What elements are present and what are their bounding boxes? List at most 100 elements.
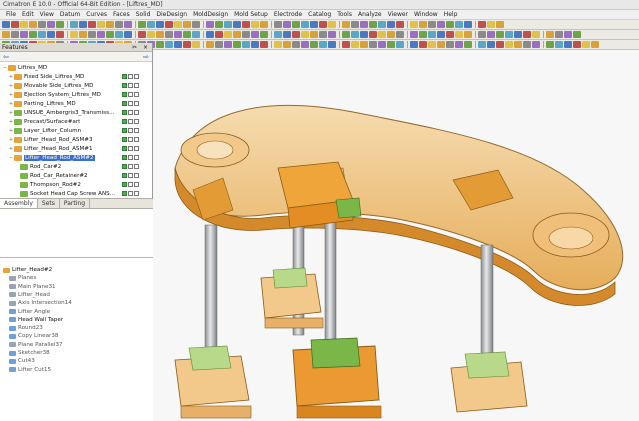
toolbar-tool-icon[interactable] [573,31,581,38]
status-box-icon[interactable] [122,146,127,151]
toolbar-tool-icon[interactable] [310,41,318,48]
toolbar-tool-icon[interactable] [2,21,10,28]
toolbar-tool-icon[interactable] [428,21,436,28]
model-tree-row[interactable]: Lifter_Head [9,291,50,299]
tree-row[interactable]: Rod_Car_Retainer#2 [0,171,152,180]
visibility-status-icons[interactable] [122,110,140,115]
status-box-icon[interactable] [134,155,139,160]
toolbar-tool-icon[interactable] [251,41,259,48]
toolbar-tool-icon[interactable] [360,41,368,48]
visibility-status-icons[interactable] [122,101,140,106]
toolbar-tool-icon[interactable] [351,31,359,38]
rod-car-front[interactable] [292,337,382,419]
model-tree-row[interactable]: Cut43 [9,357,35,365]
toolbar-tool-icon[interactable] [546,31,554,38]
toolbar-tool-icon[interactable] [192,41,200,48]
toolbar-tool-icon[interactable] [369,31,377,38]
toolbar-tool-icon[interactable] [478,41,486,48]
toolbar-tool-icon[interactable] [446,31,454,38]
model-tree-row[interactable]: Planes [9,274,36,282]
status-box-icon[interactable] [122,110,127,115]
toolbar-tool-icon[interactable] [582,41,590,48]
toolbar-tool-icon[interactable] [464,31,472,38]
status-box-icon[interactable] [128,155,133,160]
visibility-status-icons[interactable] [122,128,140,133]
toolbar-tool-icon[interactable] [233,41,241,48]
visibility-status-icons[interactable] [122,155,140,160]
toolbar-tool-icon[interactable] [183,21,191,28]
tree-row[interactable]: − Lifter_Head_Rod_ASM#2 [0,153,152,162]
status-box-icon[interactable] [134,173,139,178]
model-tree-row[interactable]: Head Wall Taper [9,316,63,324]
toolbar-tool-icon[interactable] [260,31,268,38]
toolbar-tool-icon[interactable] [487,41,495,48]
status-box-icon[interactable] [134,146,139,151]
visibility-status-icons[interactable] [122,182,140,187]
toolbar-tool-icon[interactable] [410,41,418,48]
toolbar-tool-icon[interactable] [428,31,436,38]
toolbar-tool-icon[interactable] [505,41,513,48]
part-arm[interactable] [174,104,624,306]
toolbar-tool-icon[interactable] [514,41,522,48]
toolbar-tool-icon[interactable] [147,31,155,38]
model-tree-row[interactable]: Lifter Cut15 [9,366,51,374]
toolbar-tool-icon[interactable] [396,21,404,28]
toolbar-tool-icon[interactable] [283,41,291,48]
toolbar-tool-icon[interactable] [115,21,123,28]
toolbar-tool-icon[interactable] [138,31,146,38]
toolbar-tool-icon[interactable] [283,21,291,28]
status-box-icon[interactable] [134,128,139,133]
tree-row[interactable]: + Parting_Liftres_MD [0,99,152,108]
status-box-icon[interactable] [128,119,133,124]
toolbar-tool-icon[interactable] [11,21,19,28]
toolbar-tool-icon[interactable] [505,31,513,38]
menu-curves[interactable]: Curves [83,10,110,20]
model-tree-row[interactable]: Round23 [9,324,43,332]
toolbar-tool-icon[interactable] [251,31,259,38]
toolbar-tool-icon[interactable] [274,31,282,38]
status-box-icon[interactable] [134,83,139,88]
visibility-status-icons[interactable] [122,146,140,151]
tree-row[interactable]: + Layer_Lifter_Column [0,126,152,135]
toolbar-tool-icon[interactable] [70,31,78,38]
forward-arrow-icon[interactable]: ⇨ [143,53,149,61]
toolbar-tool-icon[interactable] [56,31,64,38]
tree-row[interactable]: + Lifter_Head_Rod_ASM#3 [0,135,152,144]
toolbar-tool-icon[interactable] [319,31,327,38]
menu-view[interactable]: View [37,10,57,20]
menu-electrode[interactable]: Electrode [271,10,305,20]
toolbar-tool-icon[interactable] [387,21,395,28]
status-box-icon[interactable] [128,137,133,142]
toolbar-tool-icon[interactable] [310,31,318,38]
toolbar-tool-icon[interactable] [242,21,250,28]
toolbar-tool-icon[interactable] [342,41,350,48]
toolbar-tool-icon[interactable] [328,41,336,48]
toolbar-tool-icon[interactable] [514,31,522,38]
rod-car-right[interactable] [450,351,528,413]
status-box-icon[interactable] [134,137,139,142]
toolbar-tool-icon[interactable] [455,21,463,28]
toolbar-tool-icon[interactable] [437,21,445,28]
toolbar-tool-icon[interactable] [156,41,164,48]
menu-help[interactable]: Help [441,10,461,20]
status-box-icon[interactable] [122,128,127,133]
menu-tools[interactable]: Tools [334,10,355,20]
toolbar-tool-icon[interactable] [224,21,232,28]
menu-faces[interactable]: Faces [110,10,133,20]
menu-viewer[interactable]: Viewer [385,10,411,20]
toolbar-tool-icon[interactable] [124,21,132,28]
model-tree-row[interactable]: Lifter_Head#2 [3,266,52,274]
visibility-status-icons[interactable] [122,191,140,196]
toolbar-tool-icon[interactable] [455,31,463,38]
toolbar-tool-icon[interactable] [174,41,182,48]
toolbar-tool-icon[interactable] [29,31,37,38]
toolbar-tool-icon[interactable] [378,21,386,28]
status-box-icon[interactable] [134,119,139,124]
toolbar-tool-icon[interactable] [292,31,300,38]
status-box-icon[interactable] [122,164,127,169]
toolbar-tool-icon[interactable] [192,31,200,38]
toolbar-tool-icon[interactable] [192,21,200,28]
toolbar-tool-icon[interactable] [165,21,173,28]
toolbar-tool-icon[interactable] [487,31,495,38]
status-box-icon[interactable] [128,191,133,196]
